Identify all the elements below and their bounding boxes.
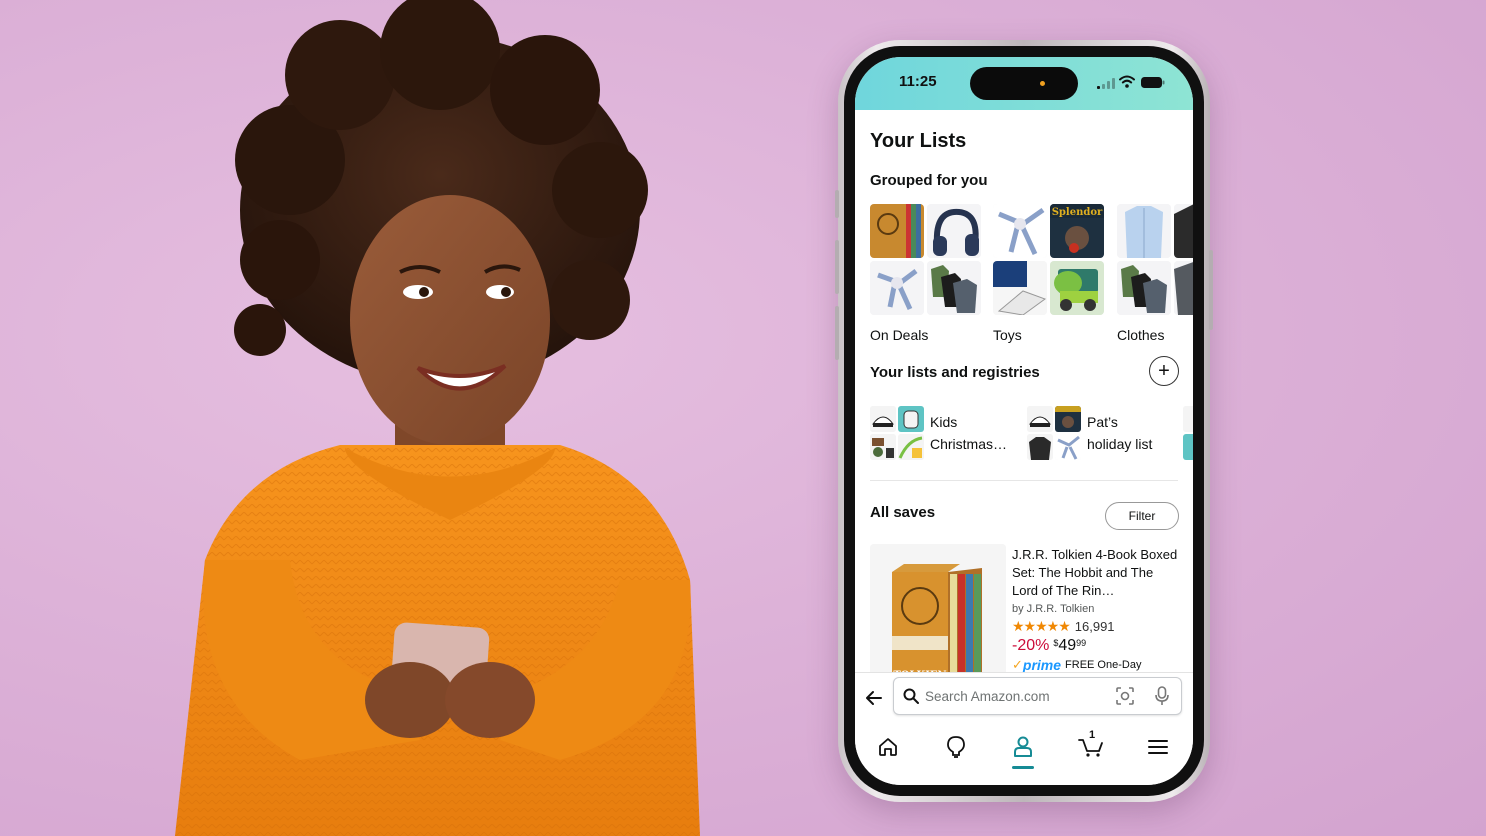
thumb-backpack xyxy=(898,406,924,432)
cellular-signal-icon xyxy=(1097,78,1115,89)
nav-home[interactable] xyxy=(871,729,905,765)
price-whole: 49 xyxy=(1058,637,1077,654)
add-list-button[interactable]: + xyxy=(1149,356,1179,386)
phone-screen: 11:25 Your Lists Grouped for you On Deal… xyxy=(855,57,1193,785)
privacy-indicator-dot xyxy=(1040,81,1045,86)
thumb-tshirts xyxy=(927,261,981,315)
group-on-deals[interactable]: On Deals xyxy=(870,204,982,343)
svg-text:Splendor: Splendor xyxy=(1052,207,1103,218)
active-tab-indicator xyxy=(1012,766,1034,769)
plus-icon: + xyxy=(1158,360,1170,382)
thumb-tshirts xyxy=(1117,261,1171,315)
thumb-dress-shirt xyxy=(1117,204,1171,258)
woman-with-phone-photo xyxy=(175,0,700,836)
menu-icon xyxy=(1148,740,1168,754)
thumb-splendor-game: Splendor xyxy=(1050,204,1104,258)
discount-badge: -20% xyxy=(1012,637,1050,654)
thumb-figure xyxy=(870,434,896,460)
search-icon xyxy=(903,688,919,704)
group-label: On Deals xyxy=(870,327,929,343)
star-rating-icon: ★★★★★ xyxy=(1012,618,1071,634)
camera-lens-icon[interactable] xyxy=(1116,687,1134,705)
item-title[interactable]: J.R.R. Tolkien 4-Book Boxed Set: The Hob… xyxy=(1012,546,1182,600)
dynamic-island xyxy=(970,67,1078,100)
price-fraction: 99 xyxy=(1076,638,1087,648)
phone-volume-down xyxy=(835,306,839,360)
thumb-gray-tshirt xyxy=(1174,261,1193,315)
prime-logo: prime xyxy=(1022,657,1062,673)
thumb-space-shuttle-lego xyxy=(993,261,1047,315)
thumb-cap xyxy=(1183,406,1193,432)
search-input[interactable] xyxy=(925,687,1105,705)
thumb-robot-figure xyxy=(993,204,1047,258)
list-pats-holiday[interactable]: Pat’s holiday list xyxy=(1027,406,1152,460)
battery-icon xyxy=(1141,77,1165,88)
status-bar: 11:25 xyxy=(855,57,1193,110)
list-name-line2: Christmas… xyxy=(930,436,1008,452)
rating-count: 16,991 xyxy=(1074,619,1115,634)
group-label: Clothes xyxy=(1117,327,1165,343)
nav-menu[interactable] xyxy=(1141,729,1175,765)
phone-power-button xyxy=(1209,250,1213,330)
all-saves-heading: All saves xyxy=(870,504,936,521)
phone-mockup: 11:25 Your Lists Grouped for you On Deal… xyxy=(835,40,1213,802)
list-name-line1: Pat’s xyxy=(1087,414,1118,430)
nav-inspire[interactable] xyxy=(939,729,973,765)
status-time: 11:25 xyxy=(899,73,937,90)
prime-check-icon: ✓ xyxy=(1012,657,1023,672)
bottom-bar: 1 xyxy=(855,672,1193,785)
wifi-icon xyxy=(1119,75,1135,88)
list-kids-christmas[interactable]: Kids Christmas… xyxy=(870,406,1007,460)
phone-volume-up xyxy=(835,240,839,294)
thumb-dino-truck xyxy=(1050,261,1104,315)
thumb-cap xyxy=(870,406,896,432)
price: $ 49 99 xyxy=(1053,637,1086,655)
item-author: by J.R.R. Tolkien xyxy=(1012,603,1095,615)
item-details: J.R.R. Tolkien 4-Book Boxed Set: The Hob… xyxy=(1012,546,1182,673)
grouped-heading: Grouped for you xyxy=(870,172,988,189)
filter-button[interactable]: Filter xyxy=(1105,502,1179,530)
microphone-icon[interactable] xyxy=(1155,686,1169,706)
thumb-tshirt xyxy=(1027,434,1053,460)
price-row: -20% $ 49 99 xyxy=(1012,637,1182,655)
search-box[interactable] xyxy=(893,677,1182,715)
bottom-nav: 1 xyxy=(855,729,1193,769)
lightbulb-icon xyxy=(947,736,965,758)
thumb-backpack xyxy=(1183,434,1193,460)
prime-row: ✓ prime FREE One-Day xyxy=(1012,657,1182,673)
list-next-partial[interactable] xyxy=(1183,406,1193,460)
thumb-dark-shirt xyxy=(1174,204,1193,258)
section-divider xyxy=(870,480,1178,481)
phone-action-button xyxy=(835,190,839,218)
list-name-line1: Kids xyxy=(930,414,958,430)
thumb-splendor-game xyxy=(1055,406,1081,432)
thumb-play-mat xyxy=(898,434,924,460)
page-title: Your Lists xyxy=(870,130,967,152)
cart-count-badge: 1 xyxy=(1089,729,1096,741)
thumb-robot-figure xyxy=(1055,434,1081,460)
delivery-text: FREE One-Day xyxy=(1065,659,1142,671)
nav-cart[interactable]: 1 xyxy=(1074,729,1108,765)
thumb-cap xyxy=(1027,406,1053,432)
back-arrow-icon[interactable] xyxy=(864,688,884,708)
person-icon xyxy=(1014,736,1032,757)
group-clothes[interactable]: Clothes xyxy=(1117,204,1193,343)
thumb-headphones xyxy=(927,204,981,258)
nav-account[interactable] xyxy=(1006,729,1040,769)
thumb-robot-figure xyxy=(870,261,924,315)
thumb-book-box-set xyxy=(870,204,924,258)
group-toys[interactable]: Splendor Toys xyxy=(993,204,1105,343)
item-rating[interactable]: ★★★★★ 16,991 xyxy=(1012,618,1182,635)
registries-heading: Your lists and registries xyxy=(870,364,1040,381)
home-icon xyxy=(879,738,897,756)
group-label: Toys xyxy=(993,327,1022,343)
list-name-line2: holiday list xyxy=(1087,436,1153,452)
